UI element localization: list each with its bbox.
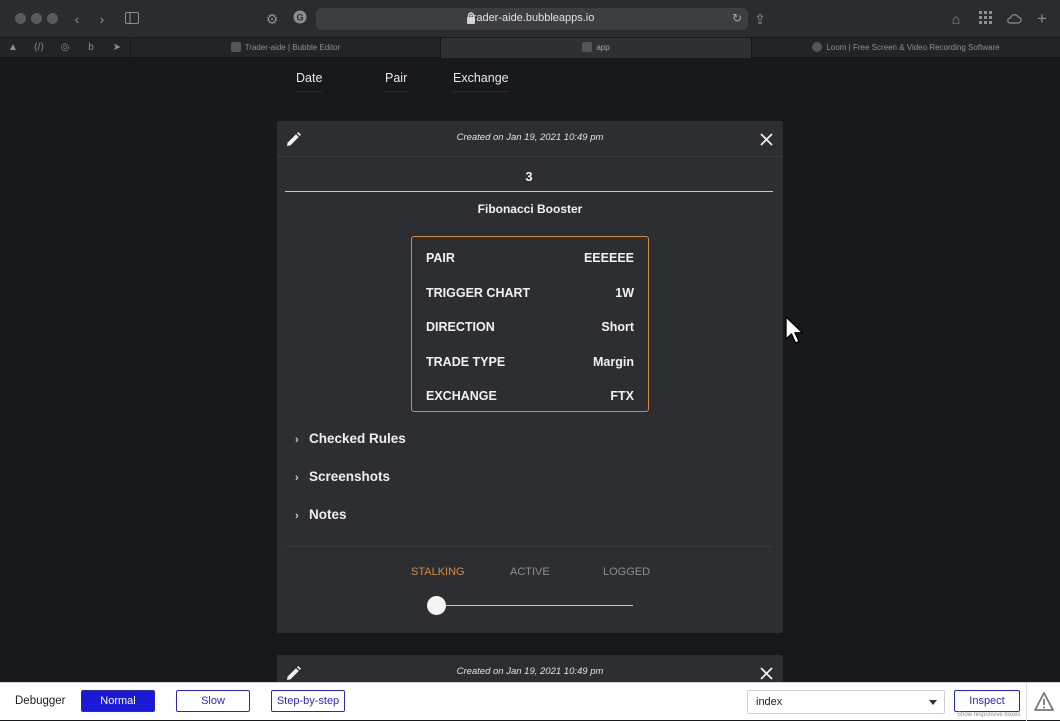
chevron-right-icon: ›	[295, 472, 299, 484]
close-window-button[interactable]	[15, 13, 26, 24]
trade-details-box: PAIR EEEEEE TRIGGER CHART 1W DIRECTION Shor…	[411, 236, 649, 412]
loom-favicon-icon	[812, 42, 823, 52]
inspect-button[interactable]: Inspect	[954, 690, 1020, 712]
card-header: Created on Jan 19, 2021 10:49 pm	[277, 655, 783, 682]
forward-icon[interactable]: ›	[92, 9, 112, 29]
trade-card: Created on Jan 19, 2021 10:49 pm	[277, 655, 783, 682]
status-stalking[interactable]: STALKING	[411, 566, 465, 578]
bubble-favicon-icon	[582, 42, 593, 52]
mouse-cursor-icon	[785, 316, 805, 344]
chevron-right-icon: ›	[295, 510, 299, 522]
warning-icon[interactable]	[1034, 692, 1054, 711]
caret-down-icon	[929, 700, 937, 705]
apps-grid-icon[interactable]	[975, 9, 995, 29]
tab-loom[interactable]: Loom | Free Screen & Video Recording Sof…	[751, 38, 1060, 58]
bubble-favicon-icon	[230, 42, 241, 52]
step-by-step-button[interactable]: Step-by-step	[271, 690, 345, 712]
tab-bar: ▲ ⟨/⟩ ◎ b ➤ Trader-aide | Bubble Editor …	[0, 38, 1060, 58]
created-timestamp: Created on Jan 19, 2021 10:49 pm	[456, 132, 604, 143]
checked-rules-toggle[interactable]: › Checked Rules	[295, 431, 406, 446]
detail-row-direction: DIRECTION Short	[426, 320, 634, 335]
browser-toolbar: ‹ › ⚙ G trader-aide.bubbleapps.io ↻ ⇪ ⌂ …	[0, 0, 1060, 38]
close-icon[interactable]	[760, 133, 773, 146]
status-slider-knob[interactable]	[427, 596, 446, 615]
pinned-tab-icon[interactable]: ➤	[110, 41, 124, 55]
detail-row-trigger-chart: TRIGGER CHART 1W	[426, 285, 634, 300]
app-page: Date Pair Exchange Created on Jan 19, 20…	[0, 59, 1060, 682]
status-active[interactable]: ACTIVE	[510, 566, 550, 578]
sort-date-link[interactable]: Date	[296, 71, 323, 92]
debugger-separator	[1026, 683, 1027, 721]
strategy-name: Fibonacci Booster	[477, 202, 583, 216]
address-bar[interactable]: trader-aide.bubbleapps.io ↻	[316, 8, 748, 30]
screenshots-toggle[interactable]: › Screenshots	[295, 469, 390, 484]
close-icon[interactable]	[760, 667, 773, 680]
debugger-bar: Debugger Normal Slow Step-by-step index …	[0, 682, 1060, 721]
pinned-tab-icon[interactable]: ⟨/⟩	[32, 41, 46, 55]
trade-count: 3	[285, 169, 773, 192]
share-icon[interactable]: ⇪	[750, 9, 770, 29]
normal-speed-button[interactable]: Normal	[81, 690, 155, 712]
trade-card: Created on Jan 19, 2021 10:49 pm 3 Fibon…	[277, 121, 783, 633]
gear-icon[interactable]: ⚙	[262, 9, 282, 29]
reload-icon[interactable]: ↻	[732, 11, 742, 25]
pinned-tab-icon[interactable]: b	[84, 41, 98, 55]
element-select[interactable]: index	[747, 690, 945, 714]
detail-row-trade-type: TRADE TYPE Margin	[426, 354, 634, 369]
minimize-window-button[interactable]	[31, 13, 42, 24]
grammarly-icon[interactable]: G	[290, 9, 310, 29]
created-timestamp: Created on Jan 19, 2021 10:49 pm	[456, 666, 604, 677]
chevron-right-icon: ›	[295, 434, 299, 446]
card-header: Created on Jan 19, 2021 10:49 pm	[277, 121, 783, 157]
detail-row-pair: PAIR EEEEEE	[426, 251, 634, 266]
tab-bubble-editor[interactable]: Trader-aide | Bubble Editor	[130, 38, 440, 58]
home-icon[interactable]: ⌂	[946, 9, 966, 29]
status-logged[interactable]: LOGGED	[603, 566, 650, 578]
svg-text:G: G	[296, 13, 303, 23]
sort-exchange-link[interactable]: Exchange	[453, 71, 509, 92]
sidebar-icon[interactable]	[122, 9, 142, 29]
sort-pair-link[interactable]: Pair	[385, 71, 408, 92]
notes-toggle[interactable]: › Notes	[295, 507, 347, 522]
back-icon[interactable]: ‹	[67, 9, 87, 29]
pinned-tab-icon[interactable]: ◎	[58, 41, 72, 55]
slow-speed-button[interactable]: Slow	[176, 690, 250, 712]
status-slider-track[interactable]	[437, 605, 633, 606]
debugger-label: Debugger	[15, 695, 66, 707]
card-divider	[285, 546, 773, 547]
tab-app[interactable]: app	[440, 38, 751, 58]
cloud-icon[interactable]	[1004, 9, 1024, 29]
new-tab-icon[interactable]: +	[1032, 9, 1052, 29]
url-text: trader-aide.bubbleapps.io	[469, 12, 595, 24]
pinned-tab-icon[interactable]: ▲	[6, 41, 20, 55]
detail-row-exchange: EXCHANGE FTX	[426, 389, 634, 404]
zoom-window-button[interactable]	[47, 13, 58, 24]
responsive-boxes-hint[interactable]: Show responsive boxes	[957, 712, 1020, 718]
